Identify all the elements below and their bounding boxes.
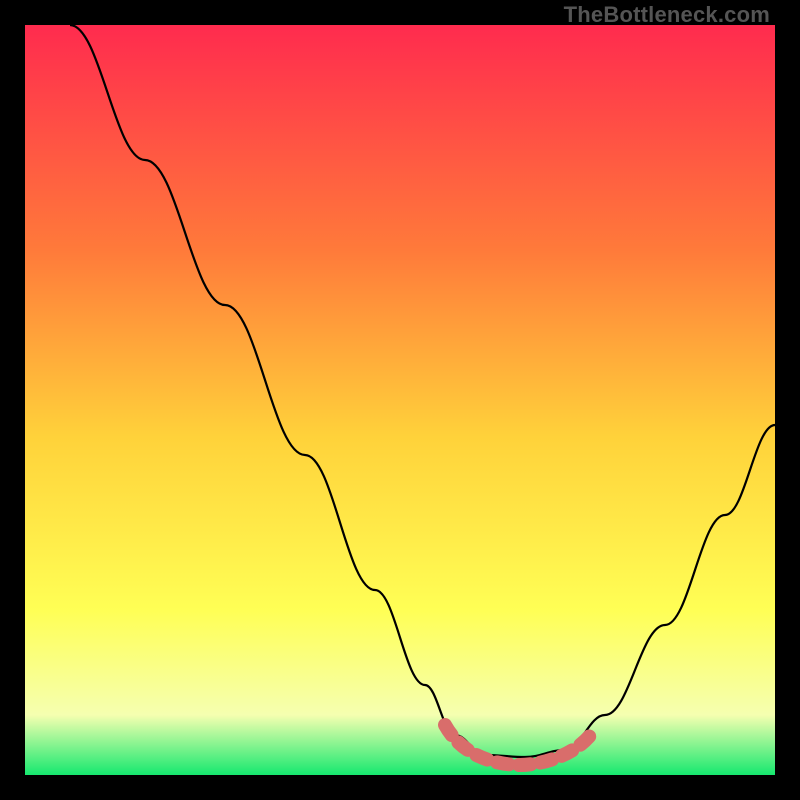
bottleneck-curve — [70, 25, 775, 757]
sweet-spot-marker — [445, 725, 595, 765]
chart-area — [25, 25, 775, 775]
chart-svg — [25, 25, 775, 775]
